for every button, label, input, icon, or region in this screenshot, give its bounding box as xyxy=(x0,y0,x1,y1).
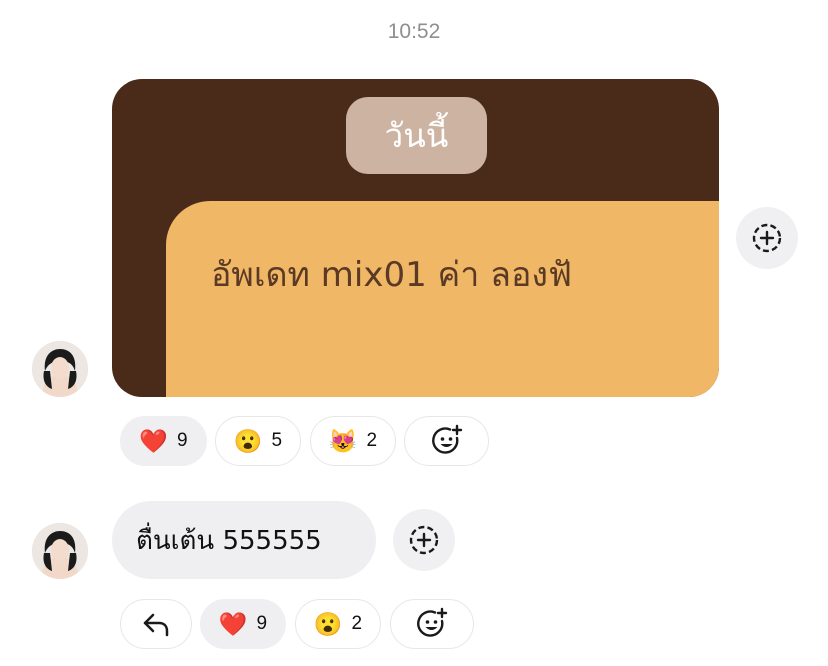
reply-button[interactable] xyxy=(120,599,192,649)
reaction-surprised[interactable]: 😮 2 xyxy=(295,599,381,649)
sender-avatar[interactable] xyxy=(32,341,88,397)
surprised-face-icon: 😮 xyxy=(313,610,343,637)
message-timestamp: 10:52 xyxy=(387,20,441,43)
reaction-heart-eyes-cat[interactable]: 😻 2 xyxy=(310,416,396,466)
add-emoji-reaction-button[interactable] xyxy=(404,416,489,466)
surprised-face-icon: 😮 xyxy=(233,427,263,454)
add-reaction-button[interactable] xyxy=(393,509,455,571)
message-preview-card: อัพเดท mix01 ค่า ลองฟั xyxy=(166,201,719,397)
smiley-add-icon xyxy=(431,424,462,454)
heart-eyes-cat-icon: 😻 xyxy=(328,427,358,454)
smiley-add-icon xyxy=(417,607,448,637)
sender-avatar[interactable] xyxy=(32,523,88,579)
reaction-count: 2 xyxy=(366,430,378,451)
red-heart-icon: ❤️ xyxy=(139,427,169,454)
reaction-count: 2 xyxy=(351,613,363,634)
add-circle-icon xyxy=(752,223,782,253)
add-reaction-button[interactable] xyxy=(736,207,798,269)
reaction-count: 5 xyxy=(271,430,283,451)
reaction-count: 9 xyxy=(177,430,188,451)
shared-image-message[interactable]: วันนี้ อัพเดท mix01 ค่า ลองฟั xyxy=(112,79,719,397)
reaction-heart[interactable]: ❤️ 9 xyxy=(200,599,286,649)
reaction-count: 9 xyxy=(256,613,268,634)
text-message-bubble[interactable]: ตื่นเต้น 555555 xyxy=(112,501,376,579)
add-emoji-reaction-button[interactable] xyxy=(390,599,474,649)
reaction-surprised[interactable]: 😮 5 xyxy=(215,416,301,466)
preview-card-text: อัพเดท mix01 ค่า ลองฟั xyxy=(211,255,573,295)
message-text: ตื่นเต้น 555555 xyxy=(136,525,322,556)
red-heart-icon: ❤️ xyxy=(218,610,248,637)
date-chip-today: วันนี้ xyxy=(346,97,487,174)
add-circle-icon xyxy=(409,525,439,555)
reaction-heart[interactable]: ❤️ 9 xyxy=(120,416,207,466)
reply-arrow-icon xyxy=(143,613,169,637)
